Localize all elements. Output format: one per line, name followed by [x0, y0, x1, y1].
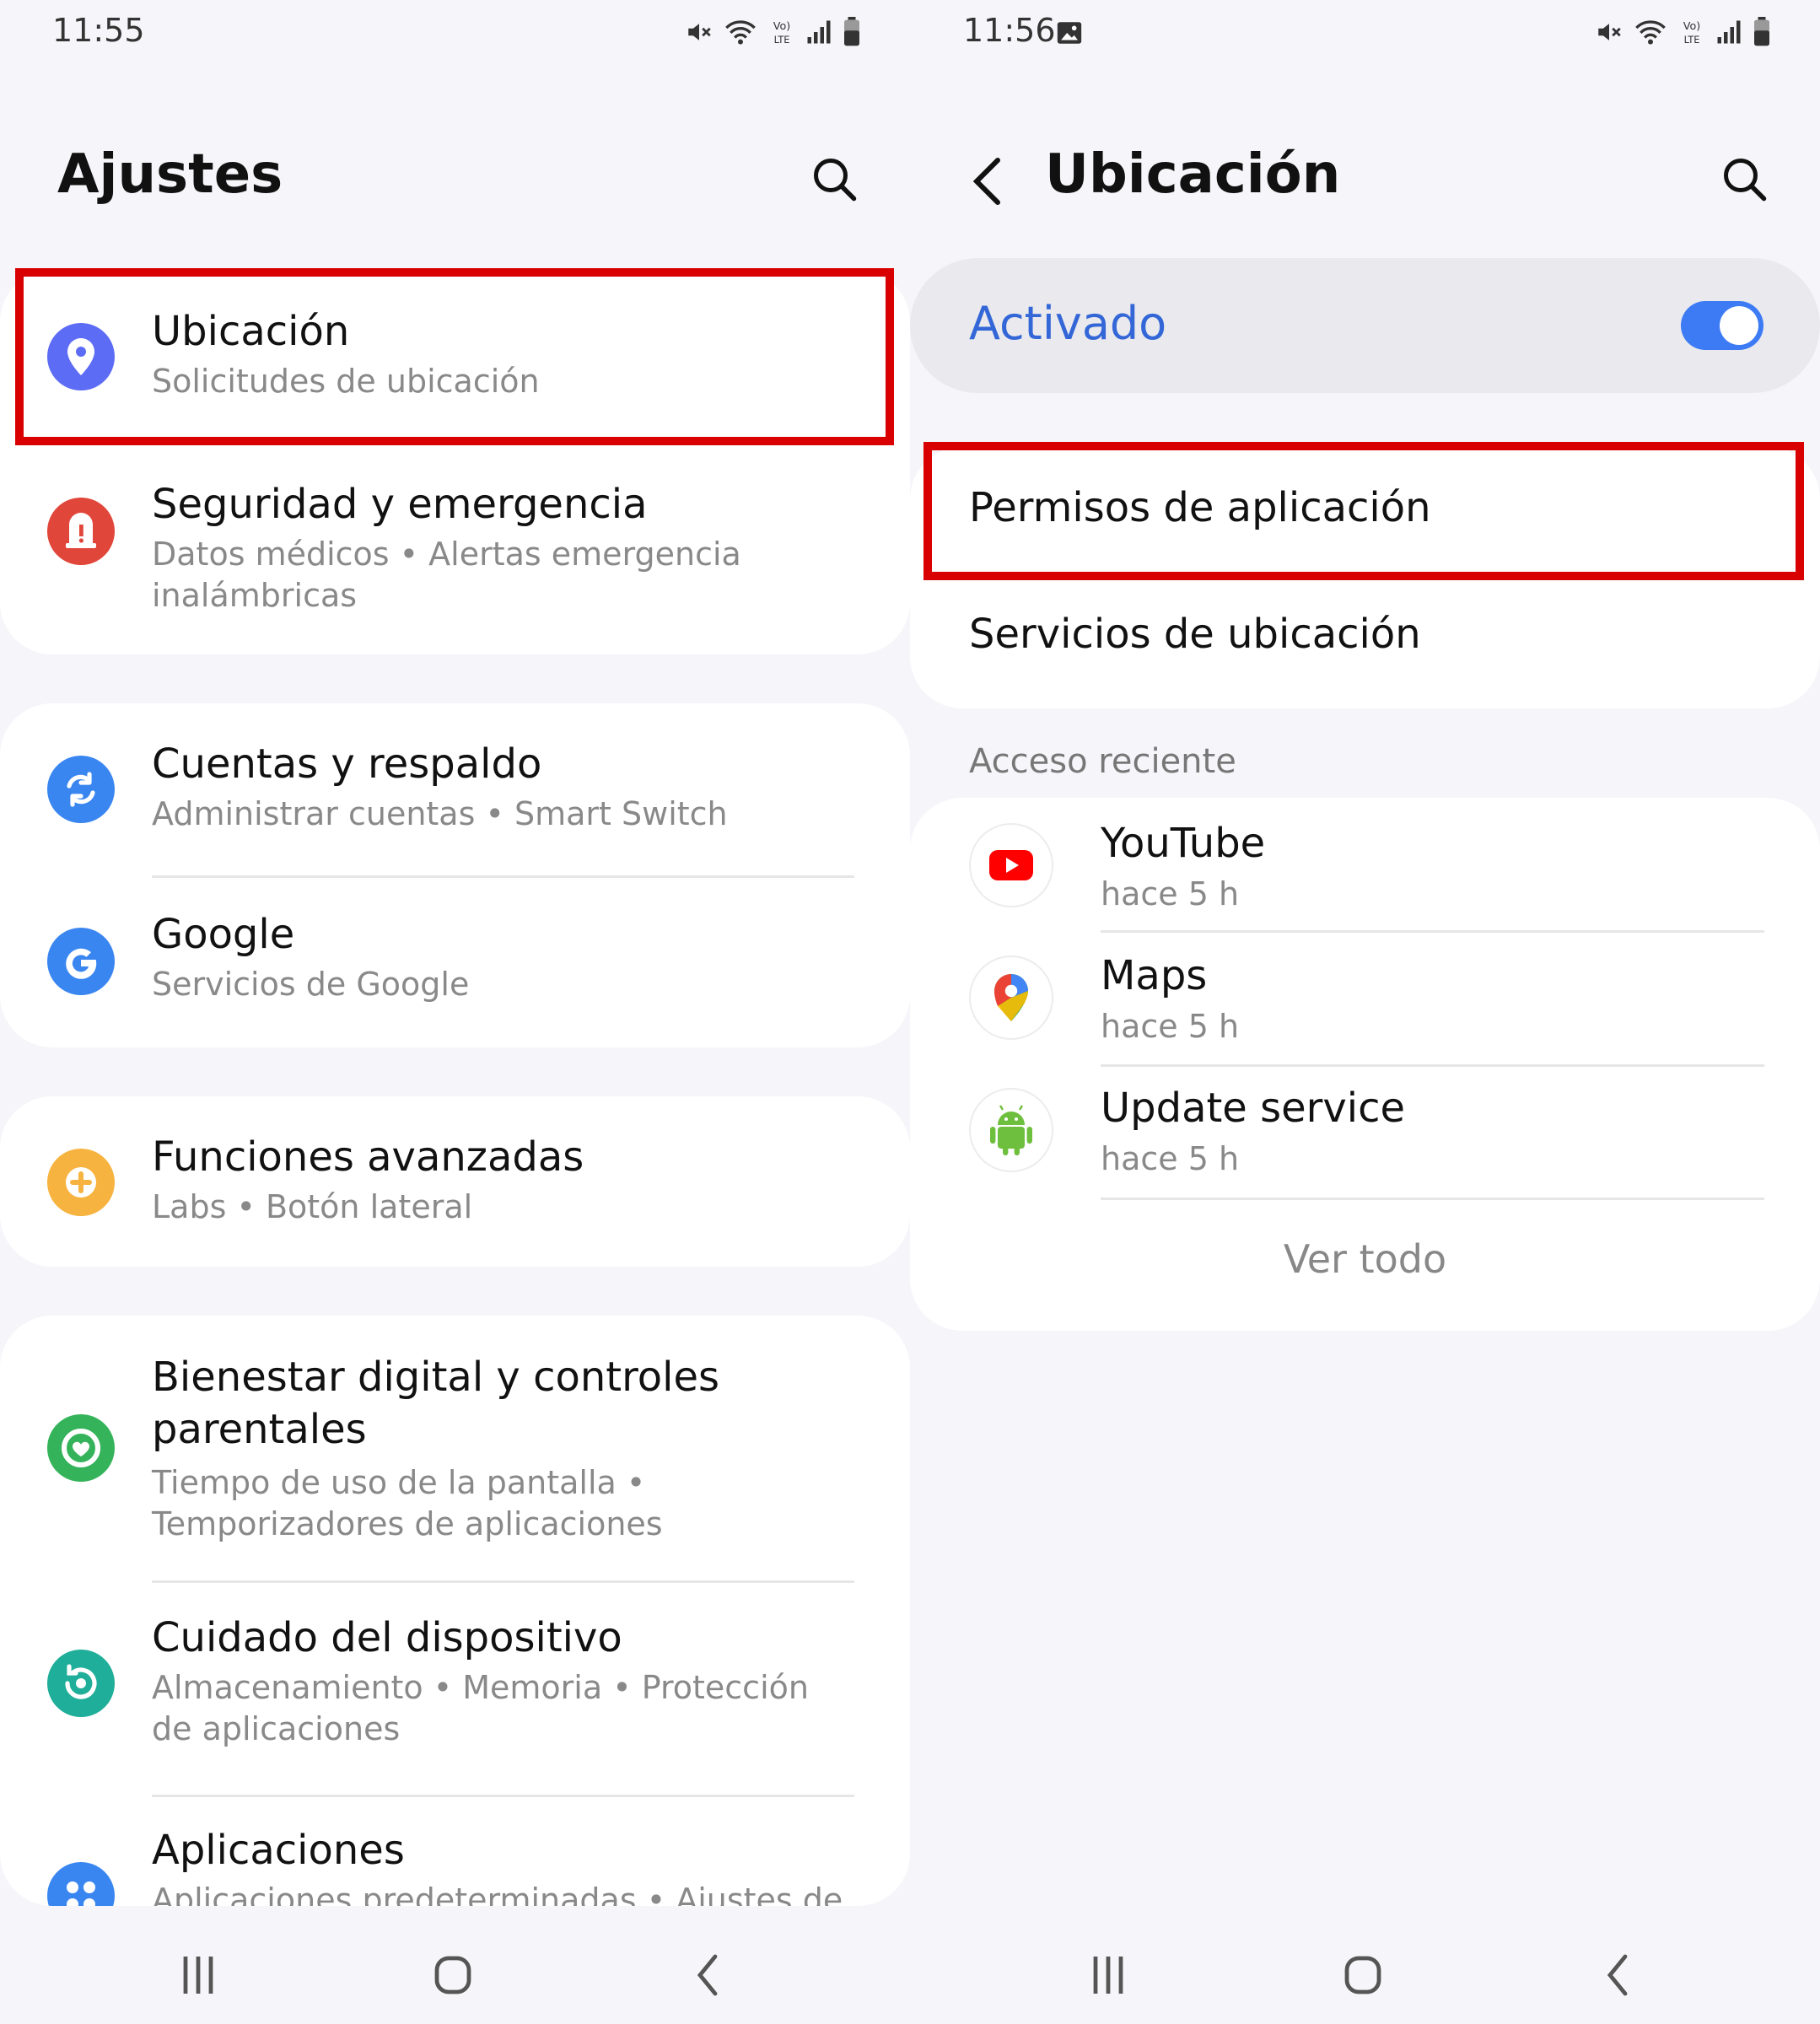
settings-item-advanced[interactable]: Funciones avanzadas Labs • Botón lateral: [0, 1096, 910, 1267]
settings-item-title: Bienestar digital y controles parentales: [152, 1354, 720, 1453]
back-arrow-icon: [972, 158, 1000, 205]
recent-app-time: hace 5 h: [1101, 1008, 1240, 1045]
navigation-bar: [910, 1940, 1820, 2007]
status-icons: Vo) LTE: [1595, 15, 1772, 49]
settings-card-wellbeing: Bienestar digital y controles parentales…: [0, 1316, 910, 1906]
settings-item-title: Seguridad y emergencia: [152, 481, 648, 528]
see-all-label: Ver todo: [1283, 1236, 1447, 1282]
status-icons: Vo) LTE: [685, 15, 862, 49]
svg-text:LTE: LTE: [774, 34, 790, 46]
settings-card-advanced: Funciones avanzadas Labs • Botón lateral: [0, 1096, 910, 1267]
back-navigation-button[interactable]: [964, 152, 1015, 211]
back-icon: [697, 1954, 718, 1996]
recent-apps-icon: [1093, 1957, 1123, 1994]
see-all-button[interactable]: Ver todo: [910, 1199, 1820, 1331]
settings-item-title: Funciones avanzadas: [152, 1133, 584, 1181]
wifi-icon: [1635, 20, 1666, 45]
signal-icon: [807, 20, 831, 44]
navigation-bar: [0, 1940, 910, 2007]
apps-icon: [47, 1862, 115, 1906]
highlight-box: [923, 442, 1804, 580]
recent-app-name: YouTube: [1101, 820, 1266, 867]
location-master-toggle-row[interactable]: Activado: [910, 258, 1820, 393]
settings-item-title: Aplicaciones: [152, 1827, 405, 1874]
svg-text:Vo): Vo): [1683, 20, 1701, 33]
battery-icon: [844, 17, 859, 46]
device-care-icon: [47, 1650, 115, 1717]
sync-icon: [47, 756, 115, 823]
settings-item-google[interactable]: Google Servicios de Google: [0, 877, 910, 1047]
back-icon: [1607, 1954, 1628, 1996]
settings-item-subtitle: Servicios de Google: [152, 966, 470, 1003]
gallery-notification-icon: [1055, 19, 1084, 51]
battery-icon: [1754, 17, 1769, 46]
recent-access-header: Acceso reciente: [969, 742, 1236, 781]
search-icon: [814, 159, 857, 202]
settings-item-security[interactable]: Seguridad y emergencia Datos médicos • A…: [0, 444, 910, 654]
search-button[interactable]: [810, 154, 860, 205]
recent-app-row[interactable]: Maps hace 5 h: [910, 932, 1820, 1065]
menu-item-label: Servicios de ubicación: [969, 611, 1421, 658]
settings-item-title: Cuentas y respaldo: [152, 740, 542, 788]
back-button[interactable]: [1580, 1940, 1656, 2007]
home-icon: [434, 1956, 471, 1994]
search-icon: [1724, 159, 1767, 202]
toggle-knob: [1720, 306, 1758, 345]
settings-item-subtitle: Aplicaciones predeterminadas • Ajustes d…: [152, 1881, 843, 1906]
recent-app-time: hace 5 h: [1101, 1140, 1240, 1177]
mute-icon: [688, 24, 711, 40]
recent-apps-icon: [183, 1957, 213, 1994]
mute-icon: [1598, 24, 1621, 40]
page-title: Ubicación: [1045, 143, 1341, 206]
settings-item-device-care[interactable]: Cuidado del dispositivo Almacenamiento •…: [0, 1582, 910, 1796]
recent-app-row[interactable]: Update service hace 5 h: [910, 1066, 1820, 1199]
wellbeing-icon: [47, 1414, 115, 1482]
recent-app-name: Maps: [1101, 952, 1208, 999]
svg-text:Vo): Vo): [773, 20, 791, 33]
android-icon: [969, 1088, 1053, 1172]
recent-apps-button[interactable]: [160, 1940, 236, 2007]
settings-item-accounts[interactable]: Cuentas y respaldo Administrar cuentas •…: [0, 703, 910, 875]
page-title: Ajustes: [57, 143, 283, 206]
signal-icon: [1717, 20, 1741, 44]
recent-apps-button[interactable]: [1070, 1940, 1146, 2007]
location-screen: 11:56 Vo) LTE Ubicación Activado Permisos…: [910, 0, 1820, 2024]
youtube-icon: [969, 823, 1053, 907]
recent-app-row[interactable]: YouTube hace 5 h: [910, 798, 1820, 931]
home-button[interactable]: [415, 1940, 491, 2007]
search-button[interactable]: [1720, 154, 1770, 205]
settings-screen: 11:55 Vo) LTE Ajustes Ubicación Solicitud…: [0, 0, 910, 2024]
alert-icon: [47, 498, 115, 565]
home-button[interactable]: [1325, 1940, 1401, 2007]
status-time: 11:55: [52, 12, 145, 49]
settings-item-subtitle: Labs • Botón lateral: [152, 1188, 473, 1225]
settings-item-subtitle: Almacenamiento • Memoria • Protección de…: [152, 1669, 809, 1747]
volte-icon: Vo)LTE: [773, 20, 791, 46]
menu-item-location-services[interactable]: Servicios de ubicación: [910, 573, 1820, 708]
recent-app-time: hace 5 h: [1101, 875, 1240, 912]
home-icon: [1344, 1956, 1381, 1994]
svg-text:LTE: LTE: [1684, 34, 1700, 46]
toggle-label: Activado: [969, 297, 1167, 350]
wifi-icon: [725, 20, 756, 45]
settings-item-apps[interactable]: Aplicaciones Aplicaciones predeterminada…: [0, 1796, 910, 1906]
plus-gear-icon: [47, 1149, 115, 1216]
volte-icon: Vo)LTE: [1683, 20, 1701, 46]
recent-app-name: Update service: [1101, 1085, 1406, 1132]
settings-item-subtitle: Administrar cuentas • Smart Switch: [152, 795, 728, 832]
recent-access-card: YouTube hace 5 h Maps hace 5 h Update se…: [910, 798, 1820, 1331]
back-button[interactable]: [670, 1940, 746, 2007]
settings-item-title: Cuidado del dispositivo: [152, 1614, 622, 1661]
settings-card-accounts: Cuentas y respaldo Administrar cuentas •…: [0, 703, 910, 1047]
maps-icon: [969, 955, 1053, 1040]
settings-item-title: Google: [152, 911, 295, 958]
settings-item-subtitle: Datos médicos • Alertas emergencia inalá…: [152, 536, 741, 614]
status-time: 11:56: [963, 12, 1056, 49]
settings-item-subtitle: Tiempo de uso de la pantalla • Temporiza…: [152, 1464, 663, 1542]
location-toggle-switch[interactable]: [1681, 301, 1763, 350]
settings-item-wellbeing[interactable]: Bienestar digital y controles parentales…: [0, 1316, 910, 1582]
highlight-box: [15, 268, 894, 445]
google-icon: [47, 928, 115, 995]
